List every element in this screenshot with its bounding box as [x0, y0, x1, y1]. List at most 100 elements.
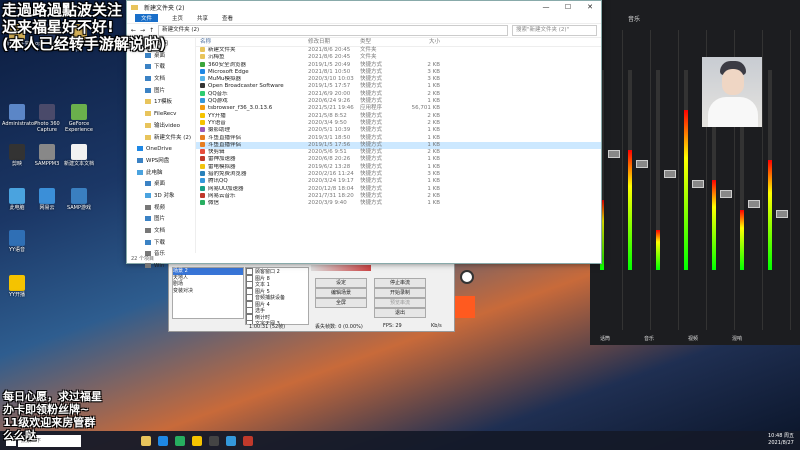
nav-item[interactable]: 图片: [127, 214, 195, 226]
file-row[interactable]: 360安全浏览器 2019/1/5 20:49 快捷方式 2 KB: [196, 61, 601, 69]
exit-button[interactable]: 退出: [374, 308, 426, 318]
nav-item[interactable]: 文档: [127, 226, 195, 238]
file-row[interactable]: tsbrowser_f36_3.0.13.6 2021/5/21 19:46 应用程…: [196, 105, 601, 112]
file-row[interactable]: 斗鱼直播伴侣 2019/1/5 17:56 快捷方式 1 KB: [196, 141, 601, 150]
file-row[interactable]: MuMu模拟器 2020/3/10 10:03 快捷方式 3 KB: [196, 76, 601, 83]
yy-taskbar-icon[interactable]: [192, 435, 202, 446]
close-button[interactable]: ✕: [579, 3, 601, 11]
file-row[interactable]: YY开播 2021/5/8 8:52 快捷方式 2 KB: [196, 112, 601, 120]
nav-item[interactable]: Win: [127, 261, 195, 273]
file-row[interactable]: 微信 2020/3/9 9:40 快捷方式 1 KB: [196, 200, 601, 207]
edit-scene-button[interactable]: 编辑场景: [315, 288, 367, 298]
system-clock[interactable]: 10:48 周五 2021/8/27: [768, 433, 794, 447]
maximize-button[interactable]: ☐: [557, 3, 579, 11]
app-icon: [39, 188, 55, 204]
desktop-icon[interactable]: SAMPPM3: [32, 144, 62, 167]
ribbon-tab[interactable]: 主页: [172, 14, 183, 22]
volume-fader[interactable]: [748, 200, 760, 208]
nav-item[interactable]: 此电脑: [127, 168, 195, 180]
nav-item[interactable]: OneDrive: [127, 144, 195, 156]
search-input[interactable]: 搜索"新建文件夹 (2)": [512, 25, 597, 36]
file-name: 雷神加速器: [208, 156, 236, 163]
nav-item[interactable]: WPS网盘: [127, 156, 195, 168]
file-row[interactable]: 新建文件夹 2021/8/6 20:45 文件夹: [196, 47, 601, 54]
desktop-icon[interactable]: 剪映: [2, 144, 32, 167]
path-field[interactable]: 新建文件夹 (2): [158, 25, 508, 36]
column-header[interactable]: 大小: [408, 37, 440, 46]
nav-item[interactable]: FileRecv: [127, 109, 195, 121]
file-row[interactable]: 摄影助理 2020/5/1 10:39 快捷方式 1 KB: [196, 127, 601, 134]
desktop-icon[interactable]: 网易云: [32, 188, 62, 211]
obs-taskbar-icon[interactable]: [209, 435, 219, 446]
file-row[interactable]: 沉梅鱼 2021/8/6 20:45 文件夹: [196, 54, 601, 61]
volume-fader[interactable]: [776, 210, 788, 218]
volume-fader[interactable]: [692, 180, 704, 188]
fullscreen-button[interactable]: 全屏: [315, 298, 367, 308]
desktop-icon[interactable]: YY开播: [2, 275, 32, 298]
desktop-icon[interactable]: YY语音: [2, 230, 32, 253]
column-header[interactable]: 修改日期: [308, 37, 360, 46]
volume-fader[interactable]: [664, 170, 676, 178]
file-type: 快捷方式: [360, 200, 383, 207]
file-row[interactable]: 雷神加速器 2020/6/8 20:26 快捷方式 1 KB: [196, 156, 601, 163]
file-row[interactable]: Open Broadcaster Software 2019/1/5 17:57 快…: [196, 83, 601, 90]
file-row[interactable]: 斗鱼直播伴侣 2019/3/1 18:50 快捷方式 1 KB: [196, 134, 601, 142]
file-type: 快捷方式: [360, 61, 383, 68]
desktop-icon[interactable]: Photo 360 Capture: [32, 104, 62, 133]
nav-item[interactable]: 3D 对象: [127, 191, 195, 203]
file-row[interactable]: QQ游戏 2020/6/24 9:26 快捷方式 1 KB: [196, 98, 601, 105]
file-row[interactable]: QQ音乐 2021/6/9 20:00 快捷方式 2 KB: [196, 90, 601, 98]
file-explorer-taskbar-icon[interactable]: [141, 435, 151, 446]
obs-main-window[interactable]: 场景 2 天地人 剧场 变装对决 顾客窗口 2 图片 8 文本 1 图片 5 音频捕获设备 图片…: [168, 258, 455, 332]
ribbon-tab[interactable]: 共享: [197, 14, 208, 22]
file-row[interactable]: Microsoft Edge 2021/8/1 10:50 快捷方式 3 KB: [196, 68, 601, 76]
volume-fader[interactable]: [636, 160, 648, 168]
file-row[interactable]: 雷电模拟器 2019/6/2 13:28 快捷方式 1 KB: [196, 163, 601, 171]
nav-item[interactable]: 图片: [127, 86, 195, 98]
ribbon-tab[interactable]: 查看: [222, 14, 233, 22]
scene-item[interactable]: 变装对决: [173, 288, 243, 295]
desktop-icon[interactable]: SAMP游戏: [64, 188, 94, 211]
nav-item[interactable]: 输出video: [127, 121, 195, 133]
column-header[interactable]: 名称: [196, 37, 308, 46]
file-row[interactable]: 猎豹免费浏览器 2020/2/16 11:24 快捷方式 3 KB: [196, 171, 601, 178]
file-name: QQ游戏: [208, 98, 228, 105]
nav-item-label: FileRecv: [154, 111, 177, 118]
volume-fader[interactable]: [608, 150, 620, 158]
desktop-icon[interactable]: 此电脑: [2, 188, 32, 211]
stop-stream-button[interactable]: 停止串流: [374, 278, 426, 288]
nav-item-label: 图片: [154, 87, 166, 94]
file-row[interactable]: YY语音 2020/3/4 9:50 快捷方式 2 KB: [196, 119, 601, 127]
desktop-icon[interactable]: 新建文本文档: [64, 144, 94, 167]
nav-item[interactable]: 下载: [127, 238, 195, 250]
volume-fader[interactable]: [720, 190, 732, 198]
edge-taskbar-icon[interactable]: [158, 435, 168, 446]
qq-taskbar-icon[interactable]: [226, 435, 236, 446]
file-date: 2021/5/21 19:46: [308, 105, 354, 112]
desktop-icon[interactable]: Administrator: [2, 104, 36, 127]
file-name: 摄影助理: [208, 127, 231, 134]
file-row[interactable]: 腾讯QQ 2020/3/24 19:17 快捷方式 1 KB: [196, 178, 601, 185]
file-row[interactable]: 网易云音乐 2021/7/31 18:20 快捷方式 2 KB: [196, 192, 601, 200]
file-explorer-window[interactable]: 新建文件夹 (2) — ☐ ✕ 文件 主页 共享 查看 ← → ↑ 新建文件夹 (2)…: [126, 0, 602, 269]
headset-icon[interactable]: [460, 270, 474, 284]
minimize-button[interactable]: —: [535, 3, 557, 11]
wechat-taskbar-icon[interactable]: [175, 435, 185, 446]
nav-item[interactable]: 视频: [127, 203, 195, 215]
nav-item[interactable]: 17模板: [127, 97, 195, 109]
column-header[interactable]: 类型: [360, 37, 408, 46]
nav-item[interactable]: 新建文件夹 (2): [127, 133, 195, 145]
preview-stream-button[interactable]: 预览串流: [374, 298, 426, 308]
file-row[interactable]: 网易UU加速器 2020/12/8 18:04 快捷方式 1 KB: [196, 185, 601, 193]
nav-item[interactable]: 文档: [127, 74, 195, 86]
nav-item[interactable]: 桌面: [127, 179, 195, 191]
explorer-titlebar[interactable]: 新建文件夹 (2) — ☐ ✕: [127, 1, 601, 13]
settings-button[interactable]: 设定: [315, 278, 367, 288]
file-row[interactable]: 快剪辑 2020/5/6 9:51 快捷方式 2 KB: [196, 149, 601, 156]
nav-item[interactable]: 下载: [127, 62, 195, 74]
navigation-pane: 快速访问 桌面 下载 文档 图片 17模板 FileRecv 输出video 新建文件夹 (2)…: [127, 37, 196, 269]
file-date: 2019/3/1 18:50: [308, 134, 351, 141]
start-record-button[interactable]: 开始录制: [374, 288, 426, 298]
music-taskbar-icon[interactable]: [243, 435, 253, 446]
desktop-icon[interactable]: GeForce Experience: [64, 104, 94, 133]
